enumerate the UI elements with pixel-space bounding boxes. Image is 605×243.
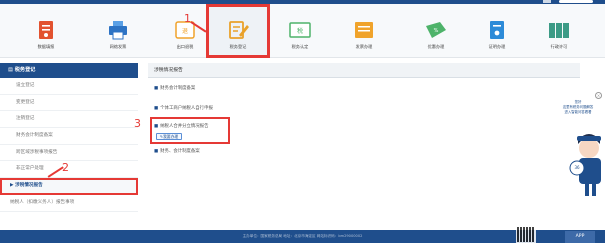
certificate-icon xyxy=(490,21,504,39)
nav-item-online-invoice[interactable]: 网络发票 xyxy=(86,4,150,58)
content-header: 涉税情况报告 xyxy=(148,63,580,78)
svg-text:退: 退 xyxy=(182,27,188,35)
nav-item-label: 发票办理 xyxy=(355,44,373,49)
qr-code-icon xyxy=(516,226,536,243)
discount-icon: % xyxy=(426,22,446,38)
nav-item-data-filing[interactable]: 数据填报 xyxy=(14,4,78,58)
sidebar-item[interactable]: 纳税人（扣缴义务人）报告事项 xyxy=(0,194,138,212)
invoice-icon xyxy=(355,22,373,38)
annotation-three: 3 xyxy=(134,117,141,130)
nav-item-label: 证明办理 xyxy=(488,44,506,49)
svg-text:税: 税 xyxy=(297,27,303,35)
nav-item-tax-registration[interactable]: 税务登记 xyxy=(206,4,270,58)
admin-permit-icon xyxy=(549,23,569,38)
nav-item-label: 税务认定 xyxy=(291,44,309,49)
sidebar-item-selected[interactable]: ▶ 涉税情况报告 xyxy=(0,178,138,195)
sidebar-item[interactable]: 非正常户处理 xyxy=(0,161,138,179)
mascot-badge: 36 xyxy=(574,165,580,170)
tax-doc-icon xyxy=(39,21,53,39)
sidebar-item[interactable]: 变更登记 xyxy=(0,94,138,112)
footer: 主办单位：国家税务总局 地址：北京市海淀区 网站标识码：bm29000002 xyxy=(0,230,605,243)
list-item[interactable]: ■ 财务会计制度备案 xyxy=(154,85,195,91)
registration-icon xyxy=(229,21,249,39)
nav-item-invoice[interactable]: 发票办理 xyxy=(332,4,396,58)
help-bubble[interactable]: 您好 这里有税务问题解答 进入智能问答看看 xyxy=(556,100,600,124)
top-user-mark[interactable] xyxy=(543,0,551,3)
nav-item-admin-permit[interactable]: 行政许可 xyxy=(527,4,591,58)
nav-item-certificate[interactable]: 证明办理 xyxy=(465,4,529,58)
top-search-box[interactable] xyxy=(559,0,593,3)
nav-item-label: 网络发票 xyxy=(109,44,127,49)
nav-item-label: 优惠办理 xyxy=(427,44,445,49)
tax-certify-icon: 税 xyxy=(289,22,311,38)
sidebar-item[interactable]: 财务会计制度备案 xyxy=(0,128,138,145)
function-nav: 数据填报 网络发票 退 出口退税 税务登记 税 税务认定 发票办理 % 优惠办理… xyxy=(0,4,605,58)
sidebar-item[interactable]: 跨区域涉税事项报告 xyxy=(0,144,138,162)
help-line: 进入智能问答看看 xyxy=(564,110,592,114)
svg-text:%: % xyxy=(434,28,439,34)
nav-item-label: 税务登记 xyxy=(229,44,247,49)
nav-item-label: 数据填报 xyxy=(37,44,55,49)
sidebar: ▤ 税务登记 设立登记 变更登记 注销登记 财务会计制度备案 跨区域涉税事项报告… xyxy=(0,63,138,213)
app-download-button[interactable]: APP xyxy=(565,231,595,243)
process-button[interactable]: ✎我要办理 xyxy=(156,133,182,140)
list-icon: ▤ xyxy=(8,67,15,73)
nav-item-discount[interactable]: % 优惠办理 xyxy=(404,4,468,58)
printer-icon xyxy=(109,21,127,40)
sidebar-item[interactable]: 注销登记 xyxy=(0,111,138,129)
close-icon[interactable]: × xyxy=(595,92,602,99)
sidebar-title: ▤ 税务登记 xyxy=(0,63,138,78)
sidebar-item[interactable]: 设立登记 xyxy=(0,78,138,95)
nav-item-label: 行政许可 xyxy=(550,44,568,49)
assistant-mascot[interactable] xyxy=(568,128,605,200)
nav-item-tax-certify[interactable]: 税 税务认定 xyxy=(268,4,332,58)
list-item[interactable]: ■ 财务、会计制度备案 xyxy=(154,148,200,154)
list-item[interactable]: ■ 个体工商户纳税人自行申报 xyxy=(154,105,213,111)
